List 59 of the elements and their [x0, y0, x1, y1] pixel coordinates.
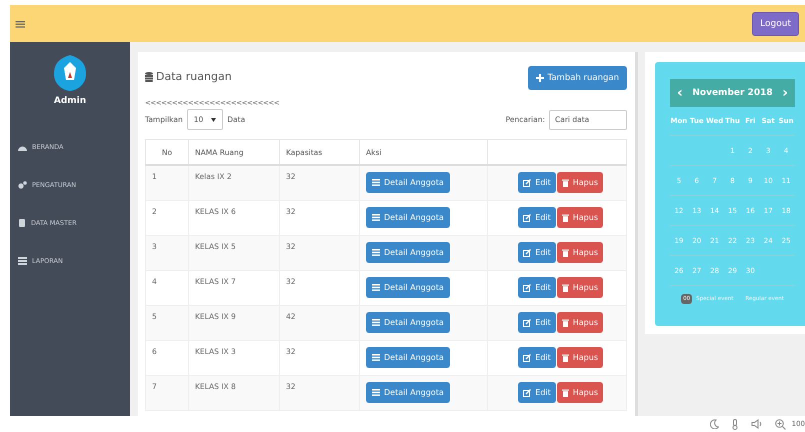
edit-button[interactable]: Edit [518, 382, 556, 403]
edit-icon [523, 248, 532, 256]
add-room-button[interactable]: Tambah ruangan [528, 66, 627, 90]
edit-button[interactable]: Edit [518, 347, 556, 368]
previous-month-button[interactable]: ‹ [677, 85, 683, 101]
trash-icon [562, 284, 569, 292]
edit-button[interactable]: Edit [518, 172, 556, 194]
plus-icon [536, 74, 544, 82]
edit-button[interactable]: Edit [518, 277, 556, 298]
trash-icon [562, 178, 569, 187]
detail-button[interactable]: Detail Anggota [366, 277, 450, 298]
zoom-in-icon [774, 418, 786, 430]
edit-button[interactable]: Edit [518, 312, 556, 333]
edit-icon [523, 388, 532, 396]
trash-icon [562, 248, 569, 256]
delete-button[interactable]: Hapus [556, 312, 603, 333]
detail-button[interactable]: Detail Anggota [366, 242, 450, 263]
list-icon [372, 389, 380, 396]
edit-button[interactable]: Edit [518, 242, 556, 263]
trash-icon [562, 388, 569, 396]
delete-button[interactable]: Hapus [556, 277, 603, 298]
delete-button[interactable]: Hapus [556, 207, 603, 228]
trash-icon [562, 354, 569, 362]
panel-title: Data ruangan [156, 70, 232, 83]
delete-button[interactable]: Hapus [556, 242, 603, 263]
speaker-icon [750, 419, 763, 429]
detail-button[interactable]: Detail Anggota [366, 347, 450, 368]
detail-button[interactable]: Detail Anggota [366, 312, 450, 333]
thermometer-icon [730, 418, 739, 430]
list-icon [372, 319, 380, 326]
trash-icon [562, 214, 569, 222]
grid-icon [18, 257, 27, 265]
delete-button[interactable]: Hapus [556, 172, 603, 194]
emblem-icon [52, 54, 88, 92]
database-icon [145, 72, 153, 82]
next-month-button[interactable]: › [782, 85, 788, 101]
edit-icon [523, 178, 532, 187]
caret-icon [211, 118, 216, 122]
logout-button[interactable]: Logout [752, 12, 799, 36]
moon-icon [710, 419, 719, 429]
list-icon [372, 214, 380, 221]
list-icon [372, 354, 380, 361]
detail-button[interactable]: Detail Anggota [366, 172, 450, 194]
edit-icon [523, 284, 532, 292]
list-icon [372, 249, 380, 256]
list-icon [372, 179, 380, 186]
detail-button[interactable]: Detail Anggota [366, 207, 450, 228]
month-title: November 2018 [692, 88, 773, 98]
edit-button[interactable]: Edit [518, 207, 556, 228]
user-name: Admin [54, 96, 86, 106]
edit-icon [523, 354, 532, 362]
list-icon [372, 284, 380, 291]
trash-icon [562, 318, 569, 326]
edit-icon [523, 214, 532, 222]
detail-button[interactable]: Detail Anggota [366, 382, 450, 403]
delete-button[interactable]: Hapus [556, 382, 603, 403]
delete-button[interactable]: Hapus [556, 347, 603, 368]
edit-icon [523, 318, 532, 326]
menu-icon[interactable]: ≡ [14, 14, 27, 32]
